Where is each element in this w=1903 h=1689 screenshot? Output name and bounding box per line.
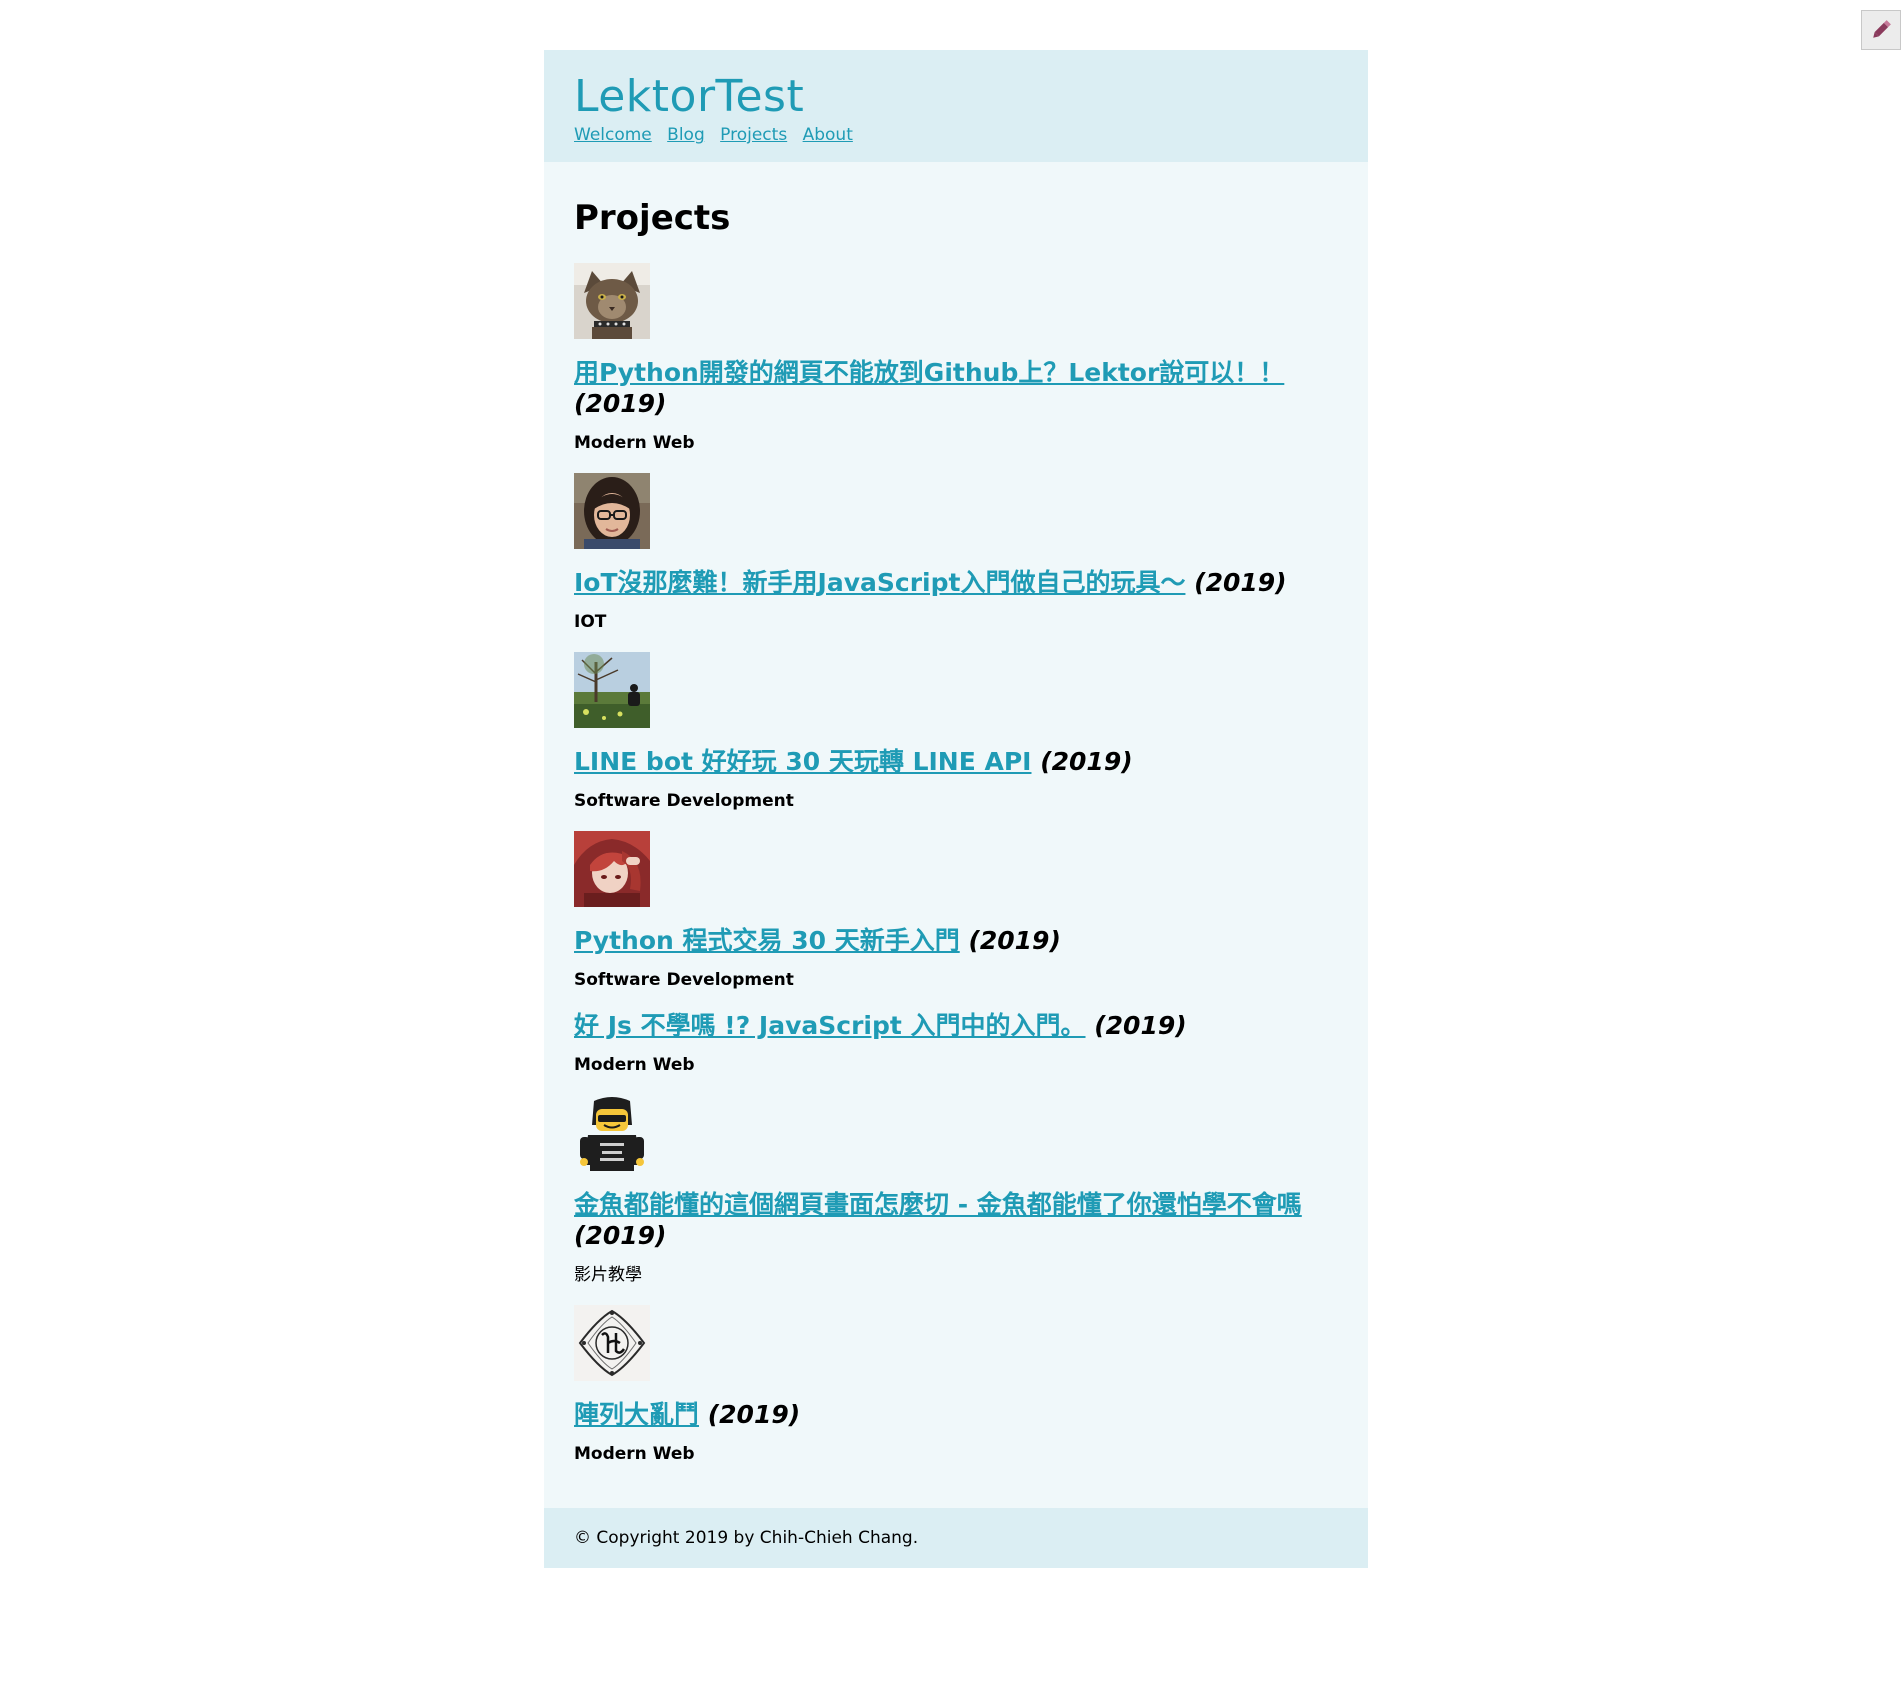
- person-under-tree-photo-icon: [574, 652, 650, 728]
- project-link[interactable]: 金魚都能懂的這個網頁畫面怎麼切 - 金魚都能懂了你還怕學不會嗎: [574, 1190, 1302, 1219]
- main-nav: Welcome Blog Projects About: [574, 124, 1338, 146]
- project-item: 金魚都能懂的這個網頁畫面怎麼切 - 金魚都能懂了你還怕學不會嗎 (2019) 影…: [574, 1095, 1338, 1285]
- cat-photo-icon: [574, 263, 650, 339]
- pencil-icon: [1873, 20, 1891, 38]
- edit-page-button[interactable]: [1861, 10, 1901, 50]
- project-item: 陣列大亂鬥 (2019) Modern Web: [574, 1305, 1338, 1464]
- nav-link-projects[interactable]: Projects: [720, 125, 787, 145]
- project-title: 金魚都能懂的這個網頁畫面怎麼切 - 金魚都能懂了你還怕學不會嗎 (2019): [574, 1189, 1338, 1251]
- project-category: Modern Web: [574, 433, 695, 453]
- ornamental-monogram-logo-icon: [574, 1305, 650, 1381]
- project-category: 影片教學: [574, 1265, 642, 1285]
- project-title: LINE bot 好好玩 30 天玩轉 LINE API (2019): [574, 746, 1338, 777]
- page-container: LektorTest Welcome Blog Projects About P…: [544, 50, 1368, 1568]
- project-link[interactable]: 好 Js 不學嗎 !? JavaScript 入門中的入門。: [574, 1011, 1086, 1040]
- project-year: (2019): [707, 1400, 801, 1429]
- project-thumbnail-cat[interactable]: [574, 263, 650, 339]
- project-thumbnail-anime[interactable]: [574, 831, 650, 907]
- project-item: IoT沒那麼難！新手用JavaScript入門做自己的玩具～ (2019) IO…: [574, 473, 1338, 632]
- project-category: Modern Web: [574, 1444, 695, 1464]
- project-link[interactable]: IoT沒那麼難！新手用JavaScript入門做自己的玩具～: [574, 568, 1185, 597]
- site-title: LektorTest: [574, 71, 805, 122]
- nav-link-about[interactable]: About: [803, 125, 853, 145]
- site-footer: © Copyright 2019 by Chih-Chieh Chang.: [544, 1508, 1368, 1568]
- project-year: (2019): [1094, 1011, 1187, 1040]
- anime-red-hair-avatar-icon: [574, 831, 650, 907]
- project-category: Software Development: [574, 970, 794, 990]
- site-header: LektorTest Welcome Blog Projects About: [544, 50, 1368, 162]
- lego-minifigure-avatar-icon: [574, 1095, 650, 1171]
- project-link[interactable]: Python 程式交易 30 天新手入門: [574, 926, 960, 955]
- project-title: 好 Js 不學嗎 !? JavaScript 入門中的入門。 (2019): [574, 1010, 1338, 1041]
- copyright-text: © Copyright 2019 by Chih-Chieh Chang.: [574, 1528, 919, 1548]
- project-year: (2019): [1194, 568, 1287, 597]
- project-year: (2019): [574, 1221, 667, 1250]
- project-item: LINE bot 好好玩 30 天玩轉 LINE API (2019) Soft…: [574, 652, 1338, 811]
- project-item: 好 Js 不學嗎 !? JavaScript 入門中的入門。 (2019) Mo…: [574, 1010, 1338, 1075]
- project-category: Software Development: [574, 791, 794, 811]
- project-link[interactable]: LINE bot 好好玩 30 天玩轉 LINE API: [574, 747, 1031, 776]
- project-thumbnail-lego[interactable]: [574, 1095, 650, 1171]
- page-title: Projects: [574, 198, 731, 238]
- project-thumbnail-tree[interactable]: [574, 652, 650, 728]
- project-year: (2019): [574, 389, 667, 418]
- project-thumbnail-monogram[interactable]: [574, 1305, 650, 1381]
- project-title: Python 程式交易 30 天新手入門 (2019): [574, 925, 1338, 956]
- project-year: (2019): [1040, 747, 1133, 776]
- project-category: Modern Web: [574, 1055, 695, 1075]
- project-thumbnail-portrait[interactable]: [574, 473, 650, 549]
- project-title: 用Python開發的網頁不能放到Github上？Lektor說可以！！ (201…: [574, 357, 1338, 419]
- nav-link-blog[interactable]: Blog: [667, 125, 705, 145]
- project-year: (2019): [968, 926, 1061, 955]
- project-title: 陣列大亂鬥 (2019): [574, 1399, 1338, 1430]
- project-link[interactable]: 用Python開發的網頁不能放到Github上？Lektor說可以！！: [574, 358, 1284, 387]
- main-content: Projects 用Python開發的網頁不能放到Github上？Lektor說…: [544, 162, 1368, 1492]
- project-item: Python 程式交易 30 天新手入門 (2019) Software Dev…: [574, 831, 1338, 990]
- project-item: 用Python開發的網頁不能放到Github上？Lektor說可以！！ (201…: [574, 263, 1338, 453]
- project-title: IoT沒那麼難！新手用JavaScript入門做自己的玩具～ (2019): [574, 567, 1338, 598]
- project-link[interactable]: 陣列大亂鬥: [574, 1400, 699, 1429]
- woman-portrait-photo-icon: [574, 473, 650, 549]
- project-category: IOT: [574, 612, 607, 632]
- nav-link-welcome[interactable]: Welcome: [574, 125, 652, 145]
